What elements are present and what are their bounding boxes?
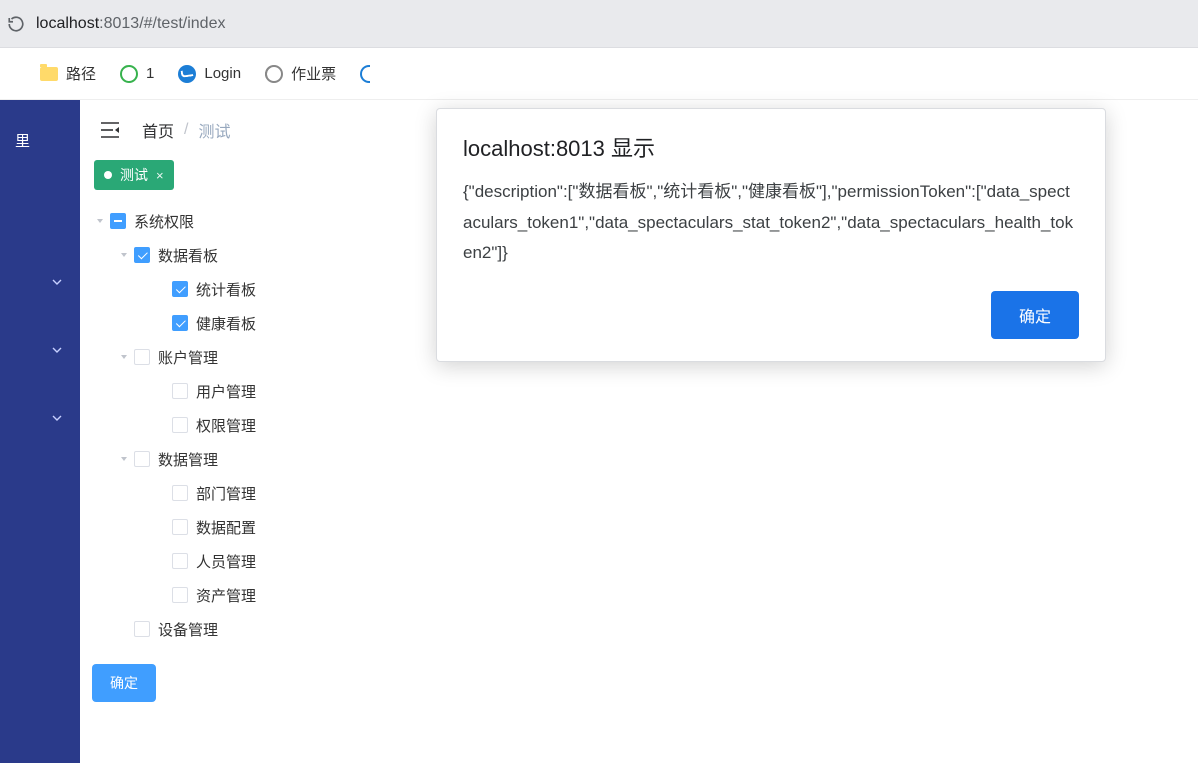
sidebar-item-2[interactable] [0,333,80,367]
tree-label: 人员管理 [196,551,256,572]
checkbox-checked[interactable] [172,315,188,331]
globe-icon [265,65,283,83]
tree-label: 数据配置 [196,517,256,538]
caret-down-icon[interactable] [118,453,130,465]
checkbox-unchecked[interactable] [134,451,150,467]
sidebar-item-1[interactable] [0,265,80,299]
sidebar-item-label: 里 [0,130,30,151]
bookmark-label: Login [204,65,241,82]
tree-label: 系统权限 [134,211,194,232]
tab-test[interactable]: 测试 × [94,160,174,190]
url-display[interactable]: localhost:8013/#/test/index [32,9,1192,39]
blue-circle-icon [178,65,196,83]
sidebar-item-3[interactable] [0,401,80,435]
checkbox-unchecked[interactable] [172,553,188,569]
chevron-down-icon [52,347,62,353]
active-dot-icon [104,171,112,179]
checkbox-unchecked[interactable] [172,485,188,501]
chevron-down-icon [52,415,62,421]
checkbox-indeterminate[interactable] [110,213,126,229]
tree-node-dept[interactable]: 部门管理 [84,476,1198,510]
tree-label: 统计看板 [196,279,256,300]
dialog-body: {"description":["数据看板","统计看板","健康看板"],"p… [463,177,1079,269]
browser-address-bar: localhost:8013/#/test/index [0,0,1198,48]
tree-label: 数据管理 [158,449,218,470]
tree-node-data-cfg[interactable]: 数据配置 [84,510,1198,544]
caret-down-icon[interactable] [118,249,130,261]
tree-label: 健康看板 [196,313,256,334]
tree-node-personnel[interactable]: 人员管理 [84,544,1198,578]
url-path: :8013/#/test/index [99,15,225,32]
tree-label: 部门管理 [196,483,256,504]
sidebar-item-0[interactable]: 里 [0,128,80,165]
bookmark-label: 路径 [66,63,96,84]
checkbox-checked[interactable] [172,281,188,297]
tree-node-asset[interactable]: 资产管理 [84,578,1198,612]
bookmark-partial-right[interactable] [360,65,370,83]
tree-node-data[interactable]: 数据管理 [84,442,1198,476]
confirm-button[interactable]: 确定 [92,664,156,702]
green-circle-icon [120,65,138,83]
checkbox-checked[interactable] [134,247,150,263]
bookmark-one[interactable]: 1 [120,65,154,83]
tree-node-device[interactable]: 设备管理 [84,612,1198,646]
bookmarks-bar: 路径 1 Login 作业票 [0,48,1198,100]
dialog-actions: 确定 [463,291,1079,339]
checkbox-unchecked[interactable] [134,349,150,365]
breadcrumb-home[interactable]: 首页 [142,118,174,142]
breadcrumb-current: 测试 [198,118,230,142]
sidebar: 里 [0,100,80,763]
dialog-title: localhost:8013 显示 [463,131,1079,163]
tab-label: 测试 [120,165,148,185]
bookmark-label: 作业票 [291,63,336,84]
tree-node-perm-mgmt[interactable]: 权限管理 [84,408,1198,442]
tree-label: 用户管理 [196,381,256,402]
caret-down-icon[interactable] [94,215,106,227]
tree-label: 权限管理 [196,415,256,436]
tree-label: 资产管理 [196,585,256,606]
checkbox-unchecked[interactable] [172,417,188,433]
checkbox-unchecked[interactable] [172,383,188,399]
bookmark-label: 1 [146,65,154,82]
tree-label: 设备管理 [158,619,218,640]
caret-down-icon[interactable] [118,351,130,363]
reload-icon[interactable] [6,14,26,34]
breadcrumb-separator: / [184,121,188,139]
chevron-down-icon [52,279,62,285]
alert-dialog: localhost:8013 显示 {"description":["数据看板"… [436,108,1106,362]
tree-label: 账户管理 [158,347,218,368]
tree-label: 数据看板 [158,245,218,266]
breadcrumb: 首页 / 测试 [142,118,230,142]
checkbox-unchecked[interactable] [172,519,188,535]
tree-node-user-mgmt[interactable]: 用户管理 [84,374,1198,408]
bookmark-path[interactable]: 路径 [40,63,96,84]
menu-fold-icon[interactable] [100,121,120,139]
bookmark-login[interactable]: Login [178,65,241,83]
url-host: localhost [36,15,99,32]
folder-icon [40,67,58,81]
checkbox-unchecked[interactable] [172,587,188,603]
app-container: 里 首页 / 测试 [0,100,1198,763]
close-icon[interactable]: × [156,168,164,183]
checkbox-unchecked[interactable] [134,621,150,637]
partial-icon [360,65,370,83]
dialog-ok-button[interactable]: 确定 [991,291,1079,339]
bookmark-ticket[interactable]: 作业票 [265,63,336,84]
